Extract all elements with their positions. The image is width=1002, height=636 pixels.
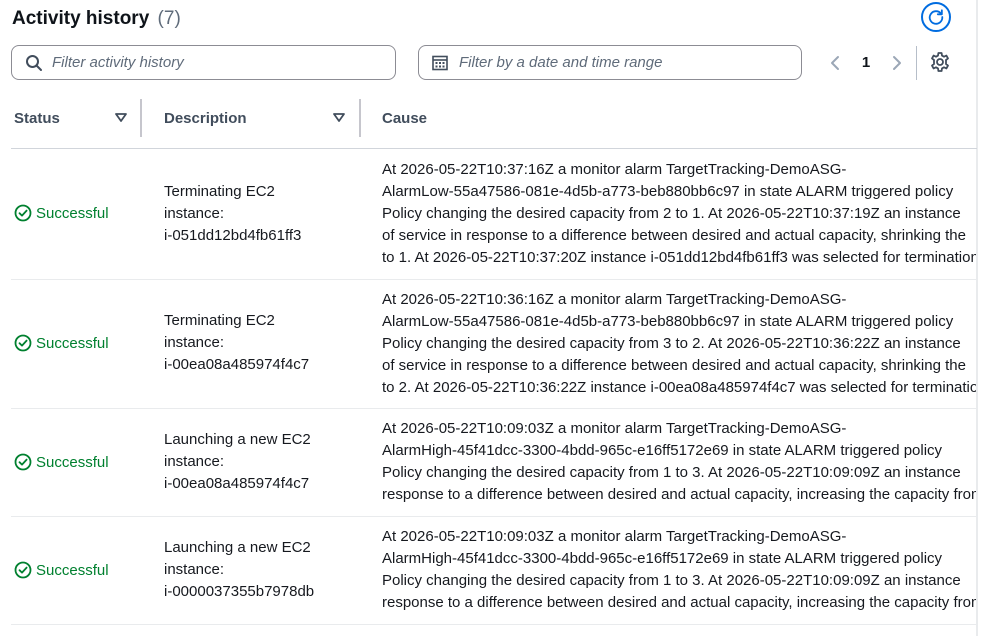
cause-line: of service in response to a difference b…: [382, 227, 966, 244]
cause-line: Policy changing the desired capacity fro…: [382, 205, 961, 222]
cause-line: Policy changing the desired capacity fro…: [382, 335, 961, 352]
sort-down-icon[interactable]: [115, 113, 127, 123]
current-page-number[interactable]: 1: [850, 54, 882, 71]
description-line: instance:: [164, 453, 225, 470]
column-resizer-description[interactable]: [359, 99, 361, 137]
cause-line: to 2. At 2026-05-22T10:36:22Z instance i…: [382, 379, 976, 396]
cause-line: At 2026-05-22T10:09:03Z a monitor alarm …: [382, 528, 847, 545]
table-row: Successful Launching a new EC2 instance:…: [11, 409, 977, 517]
refresh-icon: [928, 9, 944, 25]
calendar-icon: [432, 54, 450, 72]
chevron-right-icon: [893, 55, 901, 70]
search-icon: [25, 54, 43, 72]
cause-line: response to a difference between desired…: [382, 486, 976, 503]
description-line: i-00ea08a485974f4c7: [164, 475, 310, 492]
status-text: Successful: [36, 334, 109, 352]
cause-line: AlarmLow-55a47586-081e-4d5b-a773-beb880b…: [382, 313, 954, 330]
description-line: Terminating EC2: [164, 183, 275, 200]
description-line: Launching a new EC2: [164, 539, 311, 556]
status-badge: Successful: [14, 204, 109, 222]
gear-icon: [931, 52, 949, 72]
next-page-button[interactable]: [882, 48, 912, 78]
activity-filter-field[interactable]: [11, 45, 396, 80]
status-text: Successful: [36, 204, 109, 222]
table-row: Successful Terminating EC2 instance: i-0…: [11, 149, 977, 280]
date-range-input[interactable]: [459, 54, 759, 71]
refresh-button[interactable]: [921, 2, 951, 32]
description-line: Launching a new EC2: [164, 431, 311, 448]
row-divider: [11, 624, 977, 625]
activity-description: Launching a new EC2 instance: i-00ea08a4…: [164, 429, 364, 495]
column-header-description[interactable]: Description: [164, 110, 247, 127]
pagination-divider: [916, 46, 917, 80]
description-line: i-00ea08a485974f4c7: [164, 356, 310, 373]
table-row: Successful Terminating EC2 instance: i-0…: [11, 280, 977, 409]
cause-line: AlarmHigh-45f41dcc-3300-4bdd-965c-e16ff5…: [382, 550, 943, 567]
sort-down-icon[interactable]: [333, 113, 345, 123]
column-header-status[interactable]: Status: [14, 110, 60, 127]
table-settings-button[interactable]: [928, 50, 952, 74]
column-header-cause[interactable]: Cause: [382, 110, 427, 127]
activity-description: Terminating EC2 instance: i-051dd12bd4fb…: [164, 181, 364, 247]
description-line: instance:: [164, 334, 225, 351]
description-line: i-051dd12bd4fb61ff3: [164, 227, 302, 244]
activity-count: (7): [157, 8, 181, 29]
check-circle-icon: [14, 453, 32, 471]
status-text: Successful: [36, 453, 109, 471]
cause-line: At 2026-05-22T10:09:03Z a monitor alarm …: [382, 420, 847, 437]
check-circle-icon: [14, 334, 32, 352]
cause-line: At 2026-05-22T10:37:16Z a monitor alarm …: [382, 161, 847, 178]
cause-line: to 1. At 2026-05-22T10:37:20Z instance i…: [382, 249, 976, 266]
activity-cause: At 2026-05-22T10:09:03Z a monitor alarm …: [382, 526, 976, 614]
description-line: Terminating EC2: [164, 312, 275, 329]
cause-line: of service in response to a difference b…: [382, 357, 966, 374]
cause-line: response to a difference between desired…: [382, 594, 976, 611]
description-line: instance:: [164, 205, 225, 222]
cause-line: AlarmLow-55a47586-081e-4d5b-a773-beb880b…: [382, 183, 954, 200]
description-line: i-0000037355b7978db: [164, 583, 315, 600]
check-circle-icon: [14, 204, 32, 222]
activity-cause: At 2026-05-22T10:37:16Z a monitor alarm …: [382, 159, 976, 269]
cause-line: Policy changing the desired capacity fro…: [382, 572, 961, 589]
chevron-left-icon: [831, 55, 839, 70]
activity-filter-input[interactable]: [52, 54, 352, 71]
status-badge: Successful: [14, 453, 109, 471]
description-line: instance:: [164, 561, 225, 578]
status-badge: Successful: [14, 561, 109, 579]
status-badge: Successful: [14, 334, 109, 352]
page-title-text: Activity history: [12, 8, 150, 29]
activity-description: Launching a new EC2 instance: i-00000373…: [164, 537, 364, 603]
column-resizer-status[interactable]: [140, 99, 142, 137]
activity-cause: At 2026-05-22T10:09:03Z a monitor alarm …: [382, 418, 976, 506]
cause-line: Policy changing the desired capacity fro…: [382, 464, 961, 481]
cause-line: AlarmHigh-45f41dcc-3300-4bdd-965c-e16ff5…: [382, 442, 943, 459]
page-title: Activity history (7): [12, 8, 181, 30]
check-circle-icon: [14, 561, 32, 579]
pagination: 1: [820, 45, 912, 80]
activity-description: Terminating EC2 instance: i-00ea08a48597…: [164, 310, 364, 376]
activity-cause: At 2026-05-22T10:36:16Z a monitor alarm …: [382, 289, 976, 399]
status-text: Successful: [36, 561, 109, 579]
previous-page-button[interactable]: [820, 48, 850, 78]
date-range-filter-field[interactable]: [418, 45, 802, 80]
cause-line: At 2026-05-22T10:36:16Z a monitor alarm …: [382, 291, 847, 308]
table-row: Successful Launching a new EC2 instance:…: [11, 517, 977, 625]
